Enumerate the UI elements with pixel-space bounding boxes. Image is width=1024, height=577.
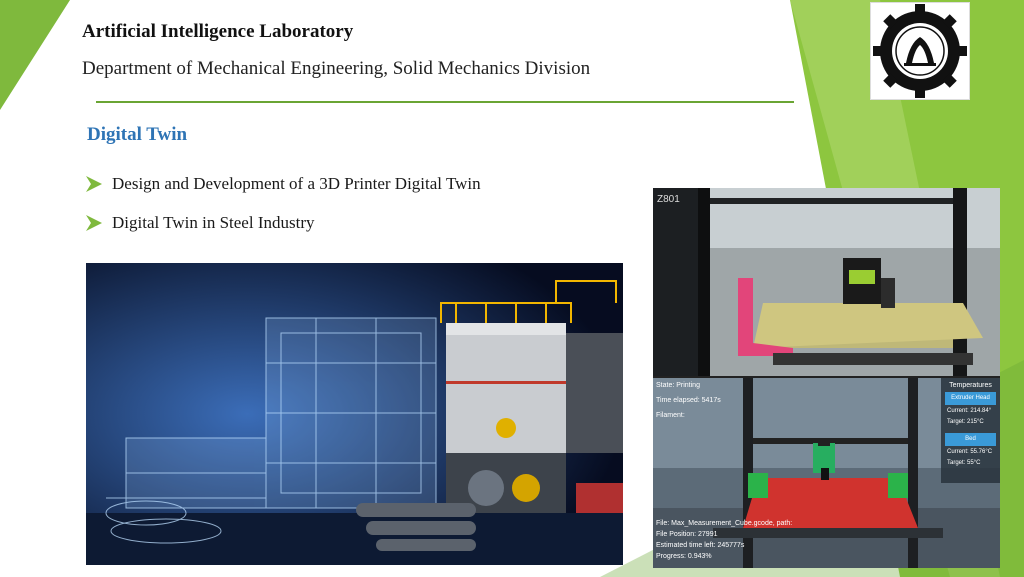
printer-photo: Z801	[653, 188, 1000, 376]
steel-industry-twin-image	[86, 263, 623, 565]
bed-current-temp: Current: 55.76°C	[947, 449, 993, 455]
slide-header: Artificial Intelligence Laboratory Depar…	[82, 20, 590, 81]
bed-target-temp: Target: 55°C	[947, 460, 981, 466]
bullet-item: Design and Development of a 3D Printer D…	[84, 172, 481, 196]
rolling-mill-illustration	[86, 263, 623, 565]
job-file: File: Max_Measurement_Cube.gcode, path:	[656, 520, 793, 527]
section-title: Digital Twin	[87, 124, 188, 145]
filament-label: Filament:	[656, 412, 685, 419]
estimated-time-left: Estimated time left: 245777s	[656, 542, 745, 549]
bullet-label: Design and Development of a 3D Printer D…	[112, 174, 481, 193]
bullet-item: Digital Twin in Steel Industry	[84, 211, 481, 235]
bed-button[interactable]: Bed	[945, 433, 996, 446]
lab-title: Artificial Intelligence Laboratory	[82, 21, 354, 42]
printer-status-hud: State: Printing Time elapsed: 5417s Fila…	[656, 380, 721, 421]
temperature-panel-title: Temperatures	[949, 382, 992, 389]
bullet-label: Digital Twin in Steel Industry	[112, 213, 315, 232]
time-elapsed: Time elapsed: 5417s	[656, 397, 721, 404]
svg-text:Z801: Z801	[657, 194, 680, 205]
file-position: File Position: 27991	[656, 531, 718, 538]
printer-twin-image: Z801 State: Printing Time elapsed: 5417s…	[653, 188, 1000, 568]
printer-job-hud: File: Max_Measurement_Cube.gcode, path: …	[656, 518, 792, 562]
temperature-panel: Temperatures Extruder Head Current: 214.…	[941, 378, 1000, 483]
university-logo	[870, 2, 970, 100]
department-subtitle: Department of Mechanical Engineering, So…	[82, 58, 591, 79]
extruder-target-temp: Target: 215°C	[947, 419, 984, 425]
gear-seal-icon	[873, 4, 967, 98]
print-progress: Progress: 0.943%	[656, 553, 712, 560]
header-divider	[96, 101, 794, 103]
arrow-bullet-icon	[86, 215, 102, 231]
printer-state: State: Printing	[656, 382, 700, 389]
extruder-current-temp: Current: 214.84°	[947, 408, 992, 414]
arrow-bullet-icon	[86, 176, 102, 192]
top-left-triangle	[0, 0, 70, 110]
bullet-list: Design and Development of a 3D Printer D…	[84, 172, 481, 250]
extruder-head-button[interactable]: Extruder Head	[945, 392, 996, 405]
